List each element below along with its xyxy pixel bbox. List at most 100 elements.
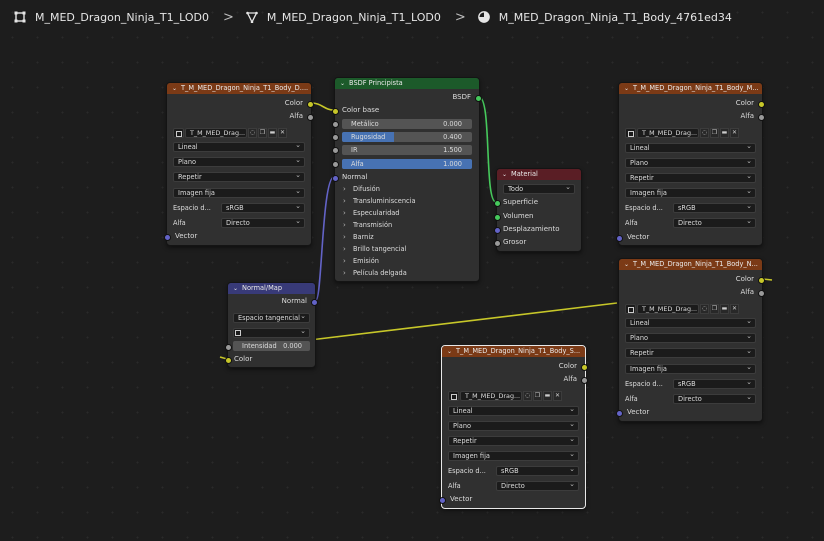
alpha-mode-dropdown[interactable]: Directo: [673, 217, 756, 228]
input-vector-socket[interactable]: [439, 497, 446, 504]
collapse-icon[interactable]: ⌄: [447, 346, 452, 357]
input-strength-socket[interactable]: [225, 344, 232, 351]
metallic-slider[interactable]: Metálico 0.000: [342, 119, 472, 129]
material-output-node[interactable]: ⌄ Material Todo Superficie Volumen Despla…: [494, 168, 582, 252]
interpolation-dropdown[interactable]: Lineal: [173, 141, 305, 152]
image-selector[interactable]: T_M_MED_Drag... ◌ ❐ ▬ ✕: [448, 390, 562, 401]
node-header[interactable]: ⌄ T_M_MED_Dragon_Ninja_T1_Body_N...: [619, 259, 762, 270]
image-name-field[interactable]: T_M_MED_Drag...: [637, 303, 699, 314]
alpha-slider[interactable]: Alfa 1.000: [342, 159, 472, 169]
color-space-dropdown[interactable]: sRGB: [673, 202, 756, 213]
extension-dropdown[interactable]: Repetir: [625, 172, 756, 183]
extension-dropdown[interactable]: Repetir: [448, 435, 579, 446]
image-browse-icon[interactable]: [448, 390, 459, 401]
collapse-icon[interactable]: ⌄: [340, 78, 345, 89]
source-dropdown[interactable]: Imagen fija: [448, 450, 579, 461]
node-header[interactable]: ⌄ T_M_MED_Dragon_Ninja_T1_Body_S...: [442, 346, 585, 357]
image-name-field[interactable]: T_M_MED_Drag...: [185, 127, 247, 138]
close-icon[interactable]: ✕: [730, 303, 739, 314]
panel-transmission[interactable]: › Transmisión: [343, 220, 392, 231]
output-alpha-socket[interactable]: [758, 290, 765, 297]
node-header[interactable]: ⌄ Normal/Map: [228, 283, 315, 294]
extension-dropdown[interactable]: Repetir: [625, 347, 756, 358]
input-vector-socket[interactable]: [616, 410, 623, 417]
image-texture-node-2[interactable]: ⌄ T_M_MED_Dragon_Ninja_T1_Body_M... Color…: [616, 82, 765, 246]
input-thickness-socket[interactable]: [494, 240, 501, 247]
open-folder-icon[interactable]: ▬: [268, 127, 277, 138]
image-selector[interactable]: T_M_MED_Drag... ◌ ❐ ▬ ✕: [625, 303, 739, 314]
image-texture-node-4[interactable]: ⌄ T_M_MED_Dragon_Ninja_T1_Body_S... Color…: [439, 345, 588, 509]
output-alpha-socket[interactable]: [758, 114, 765, 121]
source-dropdown[interactable]: Imagen fija: [625, 187, 756, 198]
close-icon[interactable]: ✕: [553, 390, 562, 401]
interpolation-dropdown[interactable]: Lineal: [448, 405, 579, 416]
input-volume-socket[interactable]: [494, 214, 501, 221]
output-color-socket[interactable]: [307, 101, 314, 108]
input-ior-socket[interactable]: [332, 147, 339, 154]
duplicate-icon[interactable]: ❐: [258, 127, 267, 138]
collapse-icon[interactable]: ⌄: [624, 83, 629, 94]
fake-user-shield-icon[interactable]: ◌: [700, 127, 709, 138]
principled-bsdf-node[interactable]: ⌄ BSDF Principista BSDF Color base Metáli…: [332, 77, 482, 282]
output-color-socket[interactable]: [581, 364, 588, 371]
image-browse-icon[interactable]: [173, 127, 184, 138]
output-color-socket[interactable]: [758, 277, 765, 284]
input-metallic-socket[interactable]: [332, 121, 339, 128]
open-folder-icon[interactable]: ▬: [720, 303, 729, 314]
color-space-dropdown[interactable]: sRGB: [221, 202, 305, 213]
node-header[interactable]: ⌄ BSDF Principista: [335, 78, 479, 89]
interpolation-dropdown[interactable]: Lineal: [625, 142, 756, 153]
open-folder-icon[interactable]: ▬: [720, 127, 729, 138]
node-header[interactable]: ⌄ T_M_MED_Dragon_Ninja_T1_Body_M...: [619, 83, 762, 94]
source-dropdown[interactable]: Imagen fija: [625, 363, 756, 374]
input-alpha-socket[interactable]: [332, 161, 339, 168]
projection-dropdown[interactable]: Plano: [625, 157, 756, 168]
extension-dropdown[interactable]: Repetir: [173, 171, 305, 182]
image-browse-icon[interactable]: [625, 303, 636, 314]
image-browse-icon[interactable]: [625, 127, 636, 138]
output-bsdf-socket[interactable]: [475, 95, 482, 102]
output-alpha-socket[interactable]: [581, 377, 588, 384]
output-normal-socket[interactable]: [311, 299, 318, 306]
image-texture-node-3[interactable]: ⌄ T_M_MED_Dragon_Ninja_T1_Body_N... Color…: [616, 258, 765, 422]
normal-space-dropdown[interactable]: Espacio tangencial: [233, 312, 310, 323]
uv-map-field[interactable]: [233, 327, 310, 338]
panel-specular[interactable]: › Especularidad: [343, 208, 399, 219]
collapse-icon[interactable]: ⌄: [172, 83, 177, 94]
input-surface-socket[interactable]: [494, 200, 501, 207]
input-normal-socket[interactable]: [332, 175, 339, 182]
collapse-icon[interactable]: ⌄: [502, 169, 507, 180]
render-target-dropdown[interactable]: Todo: [503, 183, 575, 194]
close-icon[interactable]: ✕: [278, 127, 287, 138]
projection-dropdown[interactable]: Plano: [448, 420, 579, 431]
ior-slider[interactable]: IR 1.500: [342, 145, 472, 155]
fake-user-shield-icon[interactable]: ◌: [248, 127, 257, 138]
input-color-socket[interactable]: [225, 357, 232, 364]
alpha-mode-dropdown[interactable]: Directo: [496, 480, 579, 491]
open-folder-icon[interactable]: ▬: [543, 390, 552, 401]
close-icon[interactable]: ✕: [730, 127, 739, 138]
image-selector[interactable]: T_M_MED_Drag... ◌ ❐ ▬ ✕: [625, 127, 739, 138]
panel-emission[interactable]: › Emisión: [343, 256, 379, 267]
collapse-icon[interactable]: ⌄: [233, 283, 238, 294]
output-alpha-socket[interactable]: [307, 114, 314, 121]
color-space-dropdown[interactable]: sRGB: [673, 378, 756, 389]
panel-thin-film[interactable]: › Película delgada: [343, 268, 407, 279]
duplicate-icon[interactable]: ❐: [533, 390, 542, 401]
node-header[interactable]: ⌄ Material: [497, 169, 581, 180]
input-base-color-socket[interactable]: [332, 108, 339, 115]
input-roughness-socket[interactable]: [332, 134, 339, 141]
input-displacement-socket[interactable]: [494, 227, 501, 234]
source-dropdown[interactable]: Imagen fija: [173, 187, 305, 198]
duplicate-icon[interactable]: ❐: [710, 303, 719, 314]
roughness-slider[interactable]: Rugosidad 0.400: [342, 132, 472, 142]
duplicate-icon[interactable]: ❐: [710, 127, 719, 138]
color-space-dropdown[interactable]: sRGB: [496, 465, 579, 476]
projection-dropdown[interactable]: Plano: [173, 156, 305, 167]
node-header[interactable]: ⌄ T_M_MED_Dragon_Ninja_T1_Body_D....: [167, 83, 311, 94]
panel-subsurface[interactable]: › Transluminiscencia: [343, 196, 416, 207]
fake-user-shield-icon[interactable]: ◌: [523, 390, 532, 401]
panel-coat[interactable]: › Barniz: [343, 232, 374, 243]
image-name-field[interactable]: T_M_MED_Drag...: [637, 127, 699, 138]
interpolation-dropdown[interactable]: Lineal: [625, 317, 756, 328]
